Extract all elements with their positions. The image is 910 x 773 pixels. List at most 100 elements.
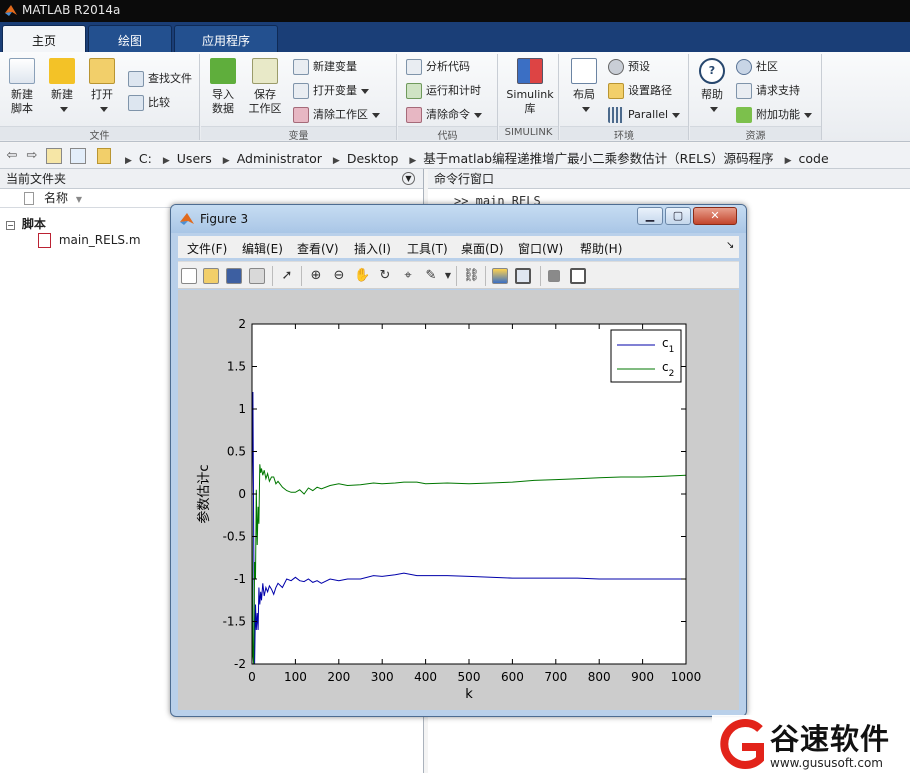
menu-edit[interactable]: 编辑(E) <box>242 240 283 257</box>
rotate-3d-icon[interactable]: ↻ <box>377 268 393 284</box>
dock-arrow-icon[interactable]: ↘ <box>726 240 734 251</box>
data-cursor-icon[interactable]: ⌖ <box>400 268 416 284</box>
y-tick-label: -2 <box>234 657 246 671</box>
close-button[interactable]: ✕ <box>693 207 737 225</box>
file-item[interactable]: main_RELS.m <box>38 233 141 248</box>
maximize-button[interactable]: ▢ <box>665 207 691 225</box>
menu-tools[interactable]: 工具(T) <box>407 240 448 257</box>
add-ons-button[interactable]: 附加功能 <box>736 104 812 126</box>
pointer-arrow-icon[interactable]: ➚ <box>279 268 295 284</box>
print-icon[interactable] <box>249 268 265 284</box>
menu-view[interactable]: 查看(V) <box>297 240 339 257</box>
help-question-icon: ? <box>699 58 725 84</box>
tab-apps[interactable]: 应用程序 <box>174 25 278 52</box>
open-label: 打开 <box>91 88 113 101</box>
set-path-label: 设置路径 <box>628 84 672 97</box>
figure-title-bar[interactable]: Figure 3 ▁ ▢ ✕ <box>171 205 746 233</box>
breadcrumb-item[interactable]: code <box>799 151 829 166</box>
tab-plots[interactable]: 绘图 <box>88 25 172 52</box>
compare-button[interactable]: 比较 <box>128 92 170 114</box>
menu-desktop[interactable]: 桌面(D) <box>461 240 504 257</box>
back-arrow-icon[interactable]: ⇦ <box>4 148 20 164</box>
request-support-label: 请求支持 <box>756 84 800 97</box>
menu-file[interactable]: 文件(F) <box>187 240 227 257</box>
open-variable-button[interactable]: 打开变量 <box>293 80 369 102</box>
toolbar-separator <box>456 266 457 286</box>
up-folder-icon[interactable] <box>46 148 62 164</box>
zoom-out-icon[interactable]: ⊖ <box>331 268 347 284</box>
import-data-button[interactable]: 导入 数据 <box>203 56 243 122</box>
brush-icon[interactable]: ✎ <box>423 268 439 284</box>
help-dropdown-icon <box>710 106 718 112</box>
toolbar-separator <box>485 266 486 286</box>
menu-window[interactable]: 窗口(W) <box>518 240 563 257</box>
run-and-time-button[interactable]: 运行和计时 <box>406 80 481 102</box>
matlab-logo-icon <box>5 5 17 16</box>
hide-plot-tools-icon[interactable] <box>548 270 560 282</box>
colorbar-icon[interactable] <box>492 268 508 284</box>
pan-hand-icon[interactable]: ✋ <box>354 268 370 284</box>
legend-icon[interactable] <box>515 268 531 284</box>
find-files-button[interactable]: 查找文件 <box>128 68 192 90</box>
find-files-icon <box>128 71 144 87</box>
open-file-icon[interactable] <box>203 268 219 284</box>
show-plot-tools-icon[interactable] <box>570 268 586 284</box>
breadcrumb-separator-icon: ▶ <box>332 156 340 166</box>
breadcrumb-item[interactable]: 基于matlab编程递推增广最小二乘参数估计（RELS）源码程序 <box>423 151 773 166</box>
breadcrumb-separator-icon: ▶ <box>162 156 170 166</box>
toolbar-separator <box>301 266 302 286</box>
new-script-button[interactable]: 新建 脚本 <box>2 56 42 122</box>
analyze-code-button[interactable]: 分析代码 <box>406 56 470 78</box>
help-button[interactable]: ? 帮助 <box>692 56 732 122</box>
save-icon[interactable] <box>226 268 242 284</box>
clear-commands-button[interactable]: 清除命令 <box>406 104 482 126</box>
save-workspace-button[interactable]: 保存 工作区 <box>245 56 285 122</box>
breadcrumb-item[interactable]: Administrator <box>237 151 322 166</box>
simulink-library-button[interactable]: Simulink 库 <box>503 56 557 122</box>
request-support-button[interactable]: 请求支持 <box>736 80 800 102</box>
import-data-icon <box>210 58 236 84</box>
watermark: 谷速软件 www.gususoft.com <box>712 715 910 773</box>
zoom-in-icon[interactable]: ⊕ <box>308 268 324 284</box>
new-script-icon <box>9 58 35 84</box>
find-files-label: 查找文件 <box>148 72 192 85</box>
community-button[interactable]: 社区 <box>736 56 778 78</box>
forward-arrow-icon[interactable]: ⇨ <box>24 148 40 164</box>
figure-toolbar: ➚ ⊕ ⊖ ✋ ↻ ⌖ ✎ ▼ ⛓ <box>178 261 739 289</box>
breadcrumb-item[interactable]: Users <box>177 151 212 166</box>
panel-menu-icon[interactable]: ▼ <box>402 172 415 185</box>
breadcrumb-separator-icon: ▶ <box>125 156 132 166</box>
browse-folder-icon[interactable] <box>70 148 86 164</box>
tree-group-scripts[interactable]: − 脚本 <box>6 215 46 232</box>
folder-open-icon <box>89 58 115 84</box>
brush-dropdown-icon[interactable]: ▼ <box>440 268 456 284</box>
clear-workspace-button[interactable]: 清除工作区 <box>293 104 380 126</box>
new-variable-button[interactable]: 新建变量 <box>293 56 357 78</box>
ribbon-group-simulink: Simulink 库 SIMULINK <box>499 54 559 140</box>
set-path-button[interactable]: 设置路径 <box>608 80 672 102</box>
tab-home[interactable]: 主页 <box>2 25 86 52</box>
breadcrumb-item[interactable]: Desktop <box>347 151 399 166</box>
ribbon-group-variable: 导入 数据 保存 工作区 新建变量 打开变量 清除工作区 变量 <box>201 54 397 142</box>
ribbon-tab-bar: 主页 绘图 应用程序 <box>0 22 910 52</box>
breadcrumb-item[interactable]: C: <box>139 151 152 166</box>
add-ons-label: 附加功能 <box>756 108 800 121</box>
minimize-button[interactable]: ▁ <box>637 207 663 225</box>
parallel-button[interactable]: Parallel <box>608 104 681 126</box>
new-figure-icon[interactable] <box>181 268 197 284</box>
menu-insert[interactable]: 插入(I) <box>354 240 391 257</box>
request-support-icon <box>736 83 752 99</box>
layout-button[interactable]: 布局 <box>564 56 604 122</box>
y-axis-label: 参数估计c <box>196 464 212 523</box>
group-label-file: 文件 <box>0 126 199 142</box>
matlab-figure-icon <box>180 213 194 225</box>
parallel-label: Parallel <box>628 108 669 121</box>
link-plot-icon[interactable]: ⛓ <box>463 268 480 284</box>
new-button[interactable]: 新建 <box>42 56 82 122</box>
sort-down-icon: ▼ <box>75 195 82 204</box>
open-button[interactable]: 打开 <box>82 56 122 122</box>
file-name: main_RELS.m <box>58 233 141 247</box>
menu-help[interactable]: 帮助(H) <box>580 240 622 257</box>
preferences-button[interactable]: 预设 <box>608 56 650 78</box>
collapse-icon[interactable]: − <box>6 221 15 230</box>
